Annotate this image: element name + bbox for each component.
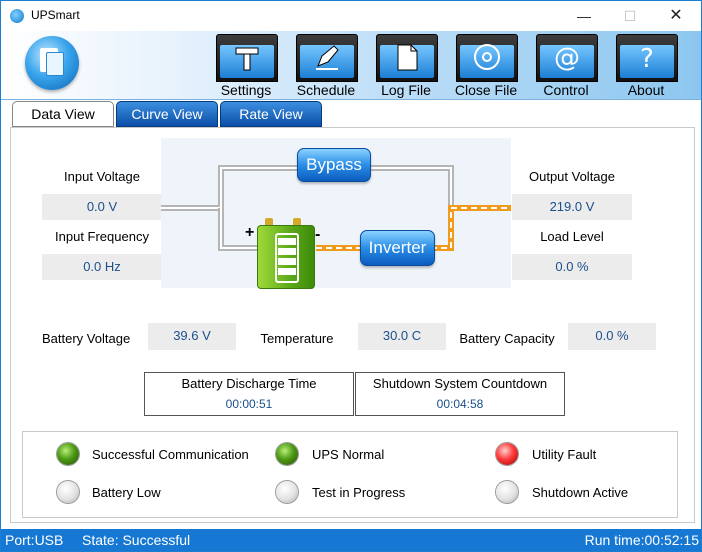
control-button[interactable]: @ Control (534, 34, 598, 99)
discharge-time-header: Battery Discharge Time (144, 372, 354, 395)
run-time: Run time:00:52:15 (584, 532, 699, 548)
test-in-progress-led-icon (276, 481, 298, 503)
maximize-button[interactable]: ☐ (607, 1, 653, 31)
utility-fault-label: Utility Fault (532, 447, 597, 462)
temperature-value: 30.0 C (358, 323, 446, 350)
settings-label: Settings (220, 82, 272, 98)
battery-capacity-value: 0.0 % (568, 323, 656, 350)
test-in-progress-label: Test in Progress (312, 485, 406, 500)
inverter-label: Inverter (368, 238, 427, 257)
shutdown-active-led-icon (496, 481, 518, 503)
battery-icon (257, 218, 315, 289)
utility-fault-led-icon (496, 443, 518, 465)
close-button[interactable]: ✕ (653, 1, 699, 31)
app-icon (10, 9, 24, 23)
load-level-label: Load Level (540, 229, 604, 244)
about-button[interactable]: ? About (614, 34, 678, 99)
communication-led-icon (57, 443, 79, 465)
tab-data-view[interactable]: Data View (12, 101, 114, 127)
battery-minus-sign: - (315, 226, 321, 243)
input-voltage-label: Input Voltage (64, 169, 140, 184)
app-window: UPSmart — ☐ ✕ Settings Schedule Log File… (0, 0, 702, 552)
power-flow-diagram: Bypass Inverter + - (161, 138, 511, 289)
header-toolbar: Settings Schedule Log File Close File @ … (1, 31, 701, 100)
about-label: About (627, 82, 665, 98)
battery-voltage-label: Battery Voltage (42, 331, 131, 346)
timers-table: Battery Discharge Time Shutdown System C… (144, 372, 565, 417)
question-mark-icon: ? (640, 44, 654, 72)
inverter-block: Inverter (360, 230, 435, 266)
ups-normal-led-icon (276, 443, 298, 465)
svg-text:?: ? (640, 44, 654, 72)
svg-text:@: @ (554, 43, 580, 72)
shutdown-active-label: Shutdown Active (532, 485, 629, 500)
control-label: Control (543, 82, 589, 98)
logo-document-shape-front (46, 52, 64, 76)
log-file-button[interactable]: Log File (374, 34, 438, 99)
output-voltage-value: 219.0 V (512, 194, 632, 220)
shutdown-countdown-header: Shutdown System Countdown (355, 372, 565, 395)
at-sign-icon: @ (554, 43, 580, 72)
shutdown-countdown-value: 00:04:58 (355, 394, 565, 416)
close-file-label: Close File (454, 82, 518, 98)
input-frequency-value: 0.0 Hz (42, 254, 162, 280)
battery-low-led-icon (57, 481, 79, 503)
status-bar: Port:USB State: Successful Run time:00:5… (1, 529, 701, 551)
minimize-button[interactable]: — (561, 1, 607, 31)
settings-button[interactable]: Settings (214, 34, 278, 99)
schedule-label: Schedule (296, 82, 356, 98)
log-file-label: Log File (381, 82, 431, 98)
view-tabs: Data View Curve View Rate View (1, 99, 701, 127)
title-bar: UPSmart — ☐ ✕ (1, 1, 701, 31)
bypass-block: Bypass (297, 148, 371, 182)
close-file-button[interactable]: Close File (454, 34, 518, 99)
battery-voltage-value: 39.6 V (148, 323, 236, 350)
schedule-button[interactable]: Schedule (294, 34, 358, 99)
window-title: UPSmart (31, 8, 80, 22)
disc-icon (474, 44, 500, 70)
discharge-time-value: 00:00:51 (144, 394, 354, 416)
temperature-label: Temperature (260, 331, 334, 346)
successful-communication-label: Successful Communication (92, 447, 249, 462)
output-voltage-label: Output Voltage (528, 169, 615, 184)
hammer-icon (235, 47, 259, 71)
inverter-to-output-line (431, 205, 511, 251)
input-frequency-label: Input Frequency (55, 229, 149, 244)
status-indicators-box: Successful Communication UPS Normal Util… (22, 431, 678, 518)
tab-rate-view[interactable]: Rate View (220, 101, 322, 127)
battery-capacity-label: Battery Capacity (459, 331, 555, 346)
load-level-value: 0.0 % (512, 254, 632, 280)
input-voltage-value: 0.0 V (42, 194, 162, 220)
battery-low-label: Battery Low (92, 485, 161, 500)
tab-curve-view[interactable]: Curve View (116, 101, 218, 127)
connection-state: State: Successful (82, 532, 191, 548)
battery-plus-sign: + (245, 224, 255, 241)
bypass-label: Bypass (306, 155, 362, 174)
pencil-edit-icon (316, 45, 339, 70)
port-status: Port:USB (5, 532, 64, 548)
ups-normal-label: UPS Normal (312, 447, 385, 462)
document-icon (397, 44, 418, 71)
upsmart-logo (25, 36, 79, 90)
